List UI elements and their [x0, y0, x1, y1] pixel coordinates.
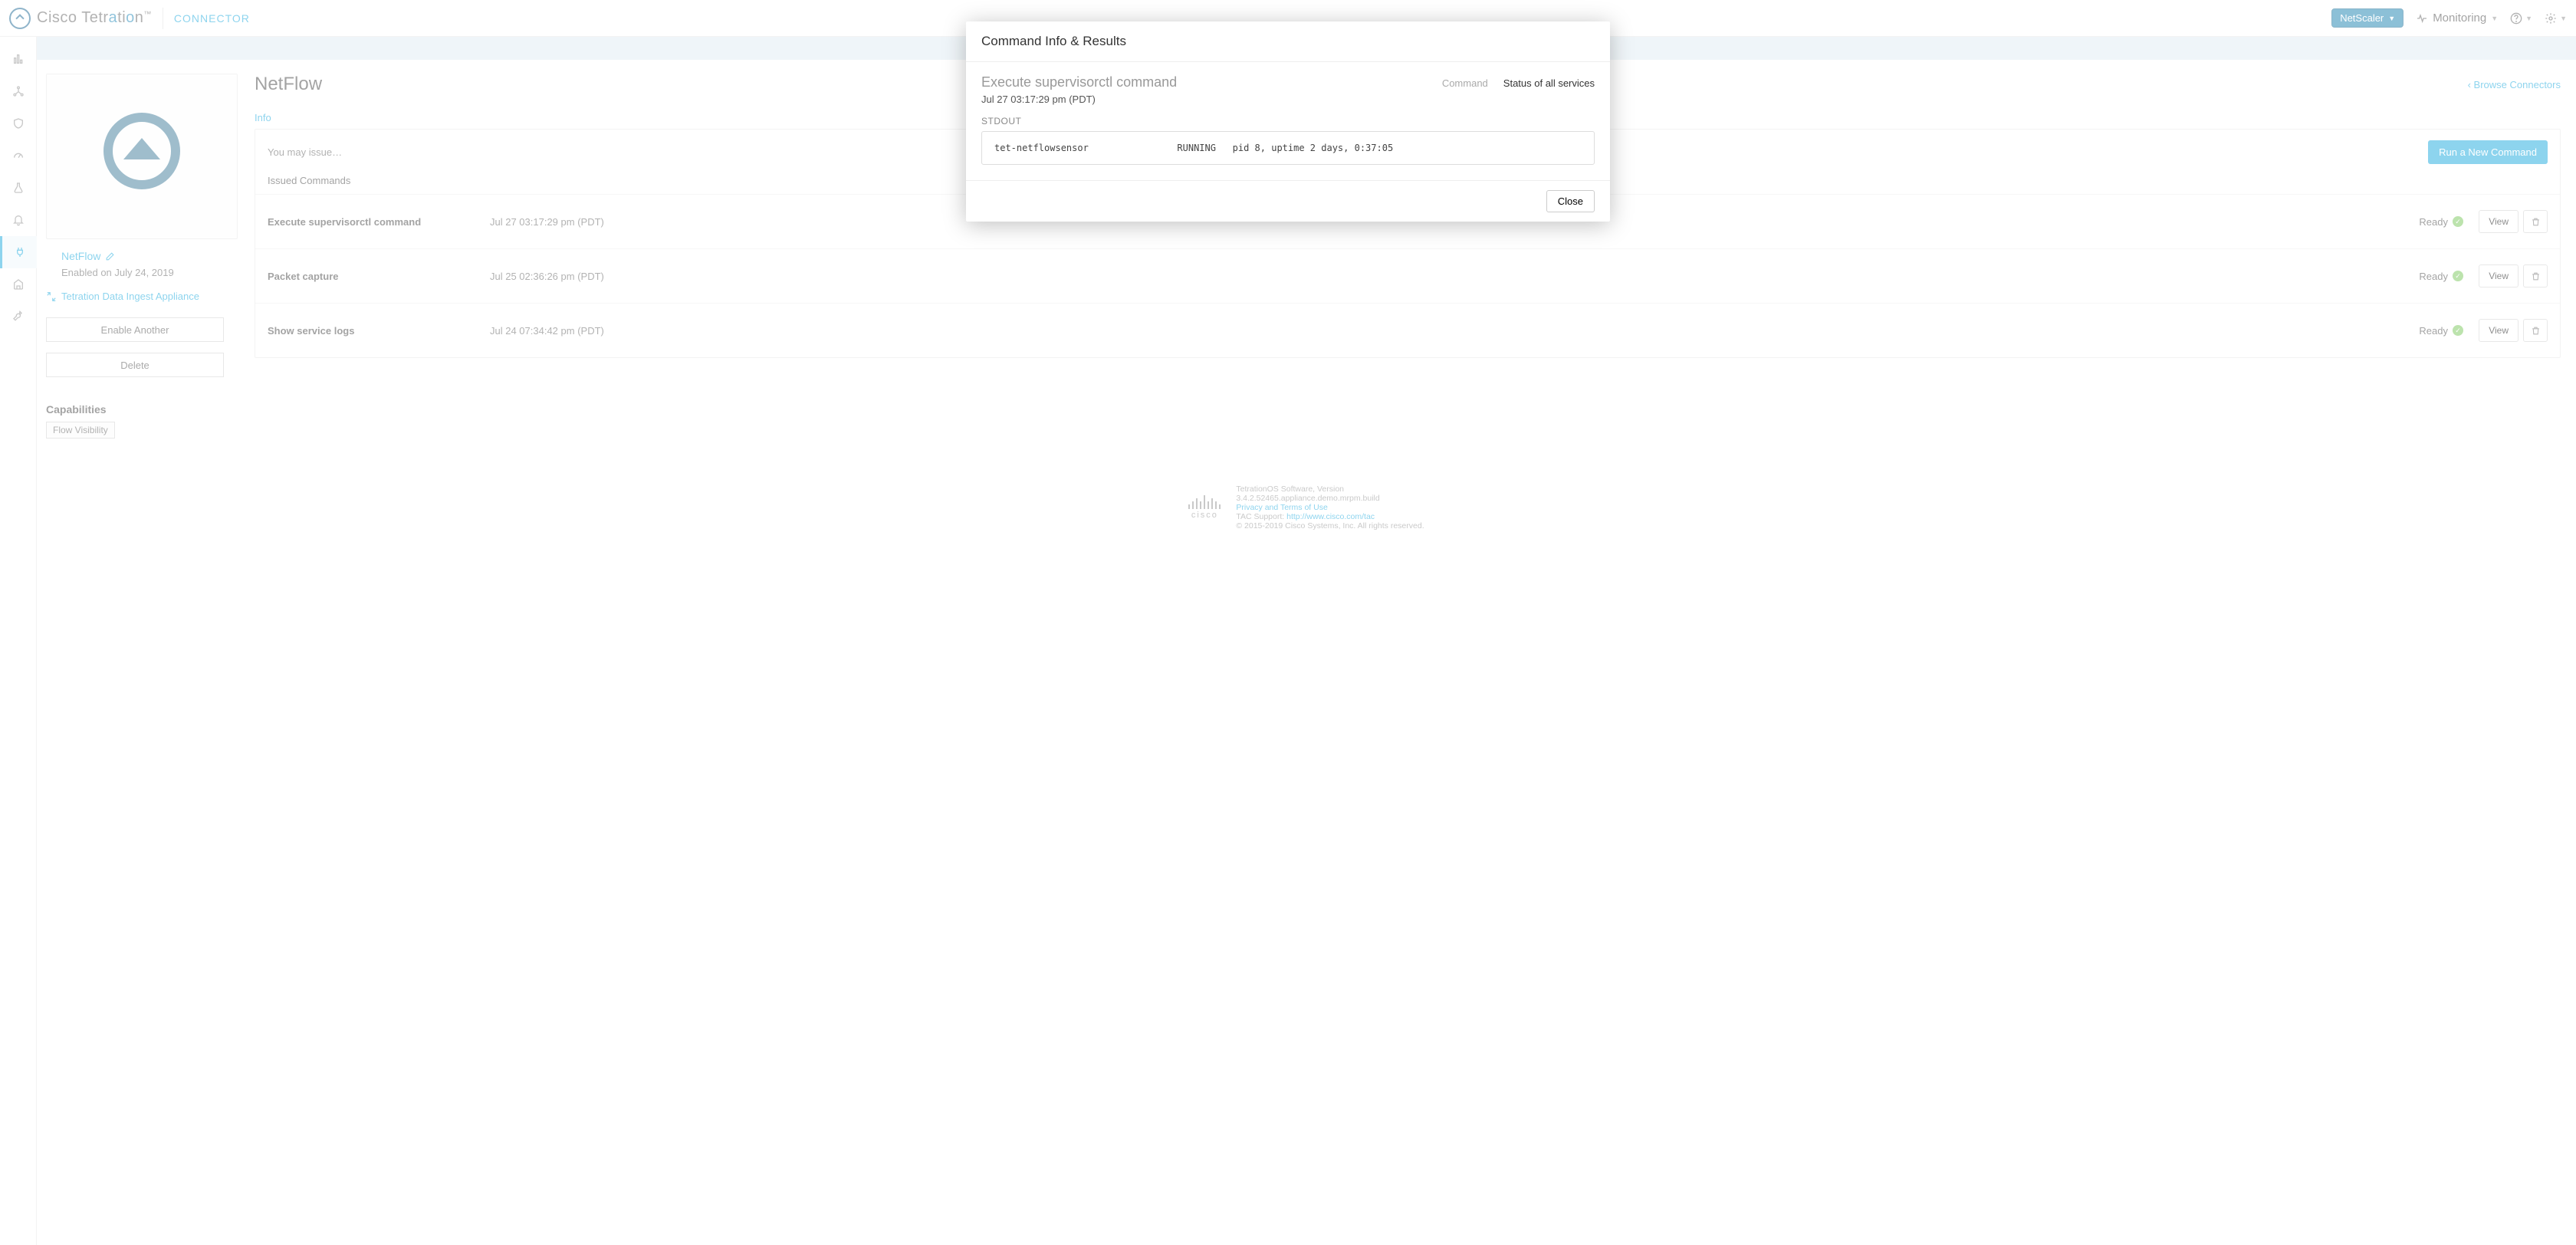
modal-backdrop[interactable]: Command Info & Results Execute superviso… — [0, 0, 2576, 1245]
modal-command-title: Execute supervisorctl command — [981, 74, 1177, 90]
command-results-modal: Command Info & Results Execute superviso… — [966, 21, 1610, 222]
modal-command-label: Command — [1442, 77, 1488, 89]
stdout-label: STDOUT — [981, 116, 1595, 126]
modal-title: Command Info & Results — [966, 21, 1610, 62]
close-button[interactable]: Close — [1546, 190, 1595, 212]
stdout-output: tet-netflowsensor RUNNING pid 8, uptime … — [981, 131, 1595, 165]
modal-command-value: Status of all services — [1503, 77, 1595, 89]
modal-timestamp: Jul 27 03:17:29 pm (PDT) — [981, 94, 1177, 105]
